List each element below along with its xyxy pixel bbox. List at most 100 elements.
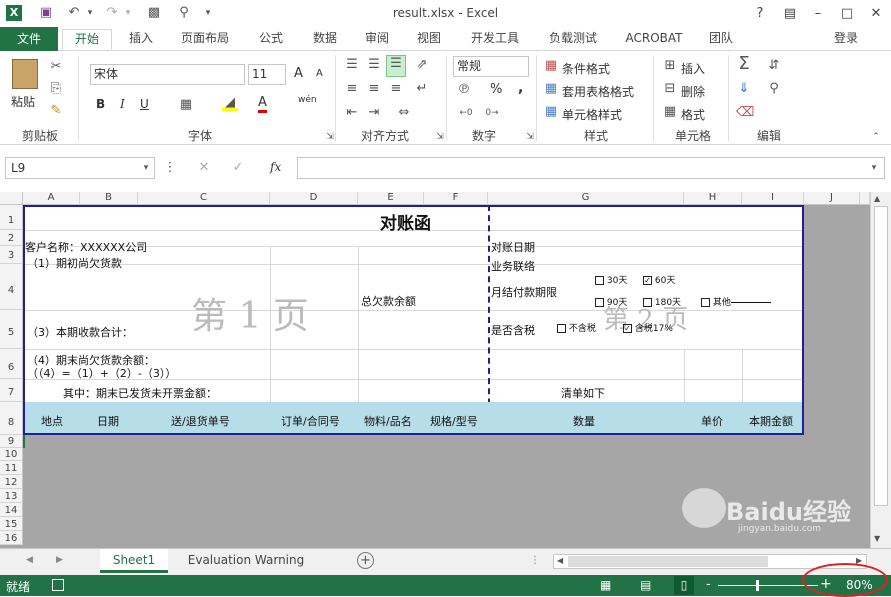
option-180-days[interactable]: 180天 [643, 295, 681, 308]
decrease-indent-icon[interactable]: ⇤ [344, 105, 360, 121]
align-middle-icon[interactable]: ☰ [366, 57, 382, 73]
header-location[interactable]: 地点 [41, 413, 63, 429]
payment-term-label[interactable]: 月结付款期限 [491, 284, 557, 300]
row-header-5[interactable]: 5 [0, 310, 23, 349]
tab-home[interactable]: 开始 [62, 29, 112, 50]
row-header-11[interactable]: 11 [0, 461, 23, 475]
maximize-icon[interactable]: □ [832, 0, 862, 27]
scroll-thumb[interactable] [874, 206, 888, 506]
login-link[interactable]: 登录 [826, 29, 866, 50]
tax-included-label[interactable]: 是否含税 [491, 322, 535, 338]
header-quantity[interactable]: 数量 [573, 413, 595, 429]
format-painter-icon[interactable]: ✎ [48, 103, 64, 119]
macro-record-icon[interactable] [52, 579, 64, 591]
percent-button[interactable]: % [490, 82, 502, 97]
reconcile-date-label[interactable]: 对账日期 [491, 239, 535, 255]
name-box-dropdown-icon[interactable]: ▾ [138, 160, 154, 176]
column-header-a[interactable]: A [23, 192, 80, 205]
row-header-9[interactable]: 9 [0, 435, 23, 448]
receipts-total-label[interactable]: （3）本期收款合计： [27, 324, 133, 340]
row-header-6[interactable]: 6 [0, 349, 23, 379]
customer-name[interactable]: 客户名称：XXXXXX公司 [25, 239, 147, 255]
tab-page-layout[interactable]: 页面布局 [172, 29, 238, 50]
vertical-scrollbar[interactable]: ▲ ▼ [870, 192, 891, 548]
header-date[interactable]: 日期 [97, 413, 119, 429]
zoom-slider[interactable] [718, 580, 818, 591]
option-90-days[interactable]: 90天 [595, 295, 627, 308]
number-format-select[interactable]: 常规 [453, 56, 529, 77]
worksheet-grid[interactable]: A B C D E F G H I J 1 2 3 4 5 6 7 8 9 10… [0, 192, 870, 548]
contact-label[interactable]: 业务联络 [491, 258, 535, 274]
row-header-1[interactable]: 1 [0, 205, 23, 230]
bold-button[interactable]: B [96, 97, 105, 111]
next-sheet-icon[interactable]: ▶ [56, 555, 63, 565]
sheet-tab-sheet1[interactable]: Sheet1 [100, 549, 168, 573]
row-header-14[interactable]: 14 [0, 503, 23, 517]
font-name-select[interactable]: 宋体 [90, 64, 245, 85]
help-button[interactable]: ? [745, 0, 775, 27]
sheet-tab-evaluation-warning[interactable]: Evaluation Warning [176, 549, 316, 573]
header-unit-price[interactable]: 单价 [701, 413, 723, 429]
header-order-no[interactable]: 订单/合同号 [281, 413, 340, 429]
table-format-icon[interactable]: ▦ [543, 81, 559, 97]
delete-cells-button[interactable]: 删除 [681, 83, 705, 100]
option-60-days[interactable]: ✓ 60天 [643, 273, 675, 286]
format-cells-button[interactable]: 格式 [681, 106, 705, 123]
page-break-preview-icon[interactable]: ▯ [674, 576, 694, 595]
column-header-i[interactable]: I [742, 192, 804, 205]
row-header-4[interactable]: 4 [0, 264, 23, 310]
copy-icon[interactable]: ⎘ [48, 81, 64, 97]
wrap-text-icon[interactable]: ↵ [414, 81, 430, 97]
column-header-f[interactable]: F [424, 192, 488, 205]
insert-cells-button[interactable]: 插入 [681, 60, 705, 77]
insert-function-button[interactable]: fx [270, 160, 281, 174]
ribbon-display-icon[interactable]: ▤ [775, 0, 805, 27]
select-all-corner[interactable] [0, 192, 23, 205]
option-tax-17[interactable]: ✓ 含税17% [623, 321, 673, 334]
column-header-h[interactable]: H [684, 192, 742, 205]
comma-button[interactable]: , [518, 80, 523, 96]
find-select-icon[interactable]: ⚲ [766, 81, 782, 97]
column-header-g[interactable]: G [488, 192, 684, 205]
row-header-12[interactable]: 12 [0, 475, 23, 489]
expand-formula-icon[interactable]: ▾ [866, 160, 882, 176]
close-icon[interactable]: ✕ [861, 0, 891, 27]
collapse-ribbon-icon[interactable]: ⌃ [868, 129, 884, 145]
column-header-e[interactable]: E [358, 192, 424, 205]
fill-icon[interactable]: ⇓ [736, 81, 752, 97]
cut-icon[interactable]: ✂ [48, 59, 64, 75]
add-sheet-button[interactable]: + [357, 552, 374, 569]
column-header-d[interactable]: D [270, 192, 358, 205]
checkbox-no-tax[interactable] [557, 324, 566, 333]
column-header-j[interactable]: J [804, 192, 860, 205]
paste-button[interactable]: 粘贴 [11, 93, 35, 110]
row-header-7[interactable]: 7 [0, 379, 23, 402]
tab-data[interactable]: 数据 [302, 29, 348, 50]
header-material[interactable]: 物料/品名 [364, 413, 412, 429]
statement-title[interactable]: 对账函 [380, 209, 431, 234]
orientation-icon[interactable]: ⇗ [414, 57, 430, 73]
enter-icon[interactable]: ✓ [230, 160, 246, 176]
zoom-out-button[interactable]: - [706, 577, 711, 592]
prev-sheet-icon[interactable]: ◀ [26, 555, 33, 565]
cancel-icon[interactable]: ✕ [196, 160, 212, 176]
name-box[interactable]: L9 [5, 157, 155, 179]
font-size-select[interactable]: 11 [248, 64, 286, 85]
paste-icon[interactable] [12, 59, 38, 89]
more-options-icon[interactable]: ⋮ [162, 160, 178, 176]
row-header-8[interactable]: 8 [0, 402, 23, 435]
scroll-up-icon[interactable]: ▲ [874, 194, 880, 203]
cell-styles-button[interactable]: 单元格样式 [562, 106, 622, 123]
conditional-format-icon[interactable]: ▦ [543, 58, 559, 74]
column-header-b[interactable]: B [80, 192, 138, 205]
option-other[interactable]: 其他 [701, 295, 771, 308]
row-header-10[interactable]: 10 [0, 448, 23, 461]
increase-decimal-icon[interactable]: ←0 [458, 105, 474, 121]
insert-cells-icon[interactable]: ⊞ [662, 58, 678, 74]
opening-balance-label[interactable]: （1）期初尚欠货款 [27, 255, 122, 271]
checkbox-30-days[interactable] [595, 276, 604, 285]
autosum-icon[interactable]: Σ [736, 55, 752, 73]
print-area[interactable]: 对账函 客户名称：XXXXXX公司 （1）期初尚欠货款 总欠款余额 （3）本期收… [23, 205, 804, 435]
align-right-icon[interactable]: ≡ [388, 81, 404, 97]
delete-cells-icon[interactable]: ⊟ [662, 81, 678, 97]
